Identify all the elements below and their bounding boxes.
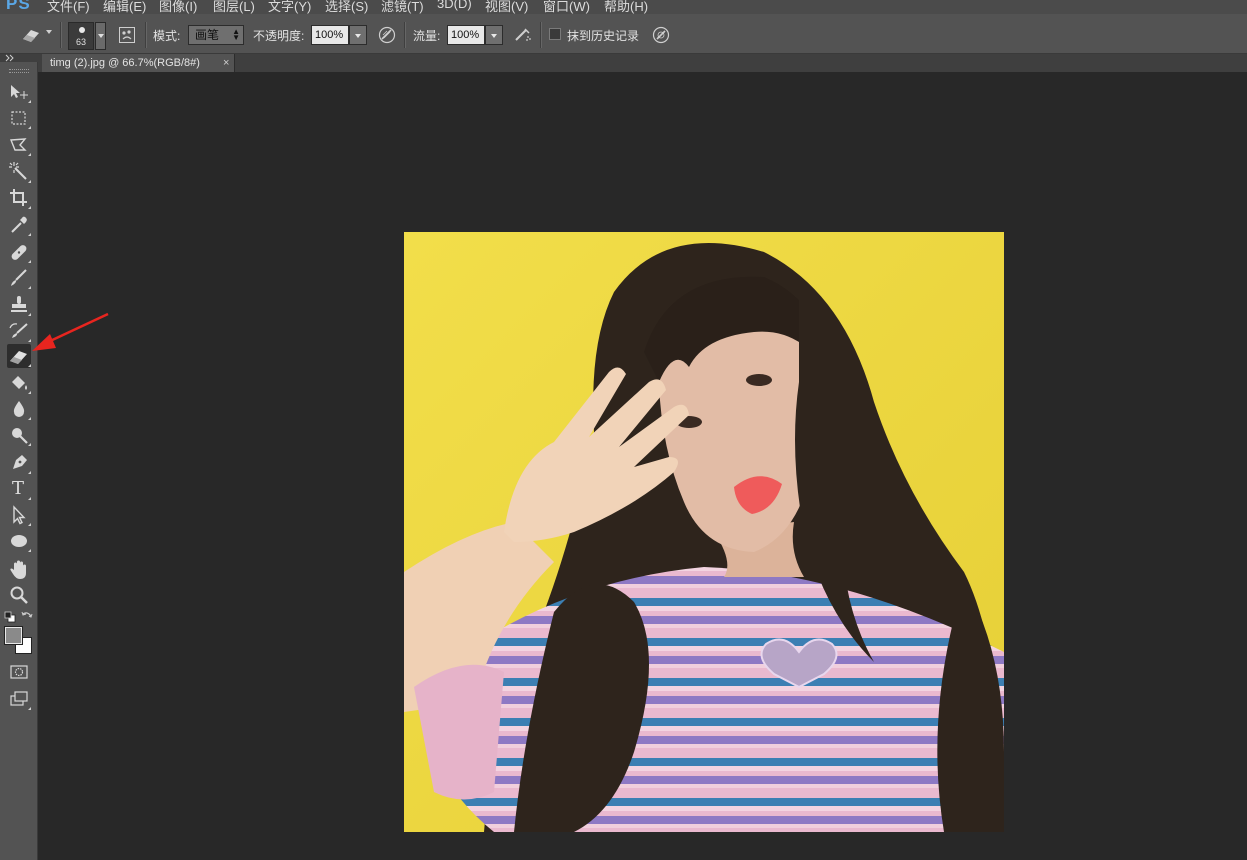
flow-label: 流量: [413, 29, 441, 43]
pressure-opacity-icon[interactable] [377, 25, 397, 45]
divider [145, 22, 147, 48]
pressure-size-icon[interactable] [651, 25, 671, 45]
move-tool-icon[interactable] [7, 80, 31, 104]
mode-select[interactable]: 画笔 ▲ ▼ [188, 25, 244, 45]
path-selection-icon[interactable] [7, 503, 31, 527]
default-colors-icon[interactable] [4, 611, 16, 623]
chevron-updown-icon: ▲ ▼ [232, 27, 240, 42]
brush-tip-icon [79, 27, 85, 33]
erase-to-history-checkbox[interactable] [549, 28, 561, 40]
menu-3d[interactable]: 3D(D) [437, 0, 472, 11]
pen-icon[interactable] [7, 451, 31, 475]
opacity-label: 不透明度: [253, 29, 305, 43]
tool-preset-dropdown-icon[interactable] [46, 30, 52, 34]
flow-slider-dropdown[interactable] [485, 25, 503, 45]
close-icon[interactable]: × [223, 54, 229, 72]
crop-icon[interactable] [7, 186, 31, 210]
erase-to-history-label: 抹到历史记录 [567, 29, 640, 43]
document-image[interactable] [404, 232, 1004, 832]
menu-edit[interactable]: 编辑(E) [103, 0, 146, 14]
dodge-icon[interactable] [7, 423, 31, 447]
menu-bar: PS 文件(F) 编辑(E) 图像(I) 图层(L) 文字(Y) 选择(S) 滤… [0, 0, 1247, 14]
quick-mask-icon[interactable] [7, 660, 31, 684]
history-brush-icon[interactable] [7, 319, 31, 343]
rectangular-marquee-icon[interactable] [7, 106, 31, 130]
menu-layer[interactable]: 图层(L) [213, 0, 255, 14]
opacity-slider-dropdown[interactable] [349, 25, 367, 45]
divider [540, 22, 542, 48]
brush-picker-dropdown[interactable] [95, 22, 106, 50]
menu-type[interactable]: 文字(Y) [268, 0, 311, 14]
toolbox: T [0, 54, 38, 860]
type-icon[interactable]: T [7, 477, 31, 501]
document-tab[interactable]: timg (2).jpg @ 66.7%(RGB/8#) × [42, 54, 235, 72]
brush-preset-picker[interactable]: 63 [68, 22, 94, 50]
healing-brush-icon[interactable] [7, 240, 31, 264]
mode-value: 画笔 [195, 28, 220, 42]
eraser-icon[interactable] [7, 344, 31, 368]
document-tab-title: timg (2).jpg @ 66.7%(RGB/8#) [50, 57, 200, 69]
app-logo: PS [6, 0, 31, 13]
opacity-input[interactable]: 100% [311, 25, 349, 45]
foreground-color-swatch[interactable] [4, 626, 23, 645]
type-glyph: T [12, 478, 25, 499]
paint-bucket-icon[interactable] [7, 371, 31, 395]
airbrush-icon[interactable] [513, 25, 533, 45]
swap-colors-icon[interactable] [21, 610, 33, 622]
menu-view[interactable]: 视图(V) [485, 0, 528, 14]
hand-icon[interactable] [7, 558, 31, 582]
brush-icon[interactable] [7, 266, 31, 290]
brush-size-value: 63 [75, 37, 86, 47]
eyedropper-icon[interactable] [7, 213, 31, 237]
menu-select[interactable]: 选择(S) [325, 0, 368, 14]
menu-window[interactable]: 窗口(W) [543, 0, 590, 14]
flow-input[interactable]: 100% [447, 25, 485, 45]
divider [404, 22, 406, 48]
clone-stamp-icon[interactable] [7, 293, 31, 317]
collapse-icon [5, 54, 14, 62]
menu-help[interactable]: 帮助(H) [604, 0, 648, 14]
brush-panel-toggle-icon[interactable] [118, 26, 136, 44]
menu-filter[interactable]: 滤镜(T) [381, 0, 424, 14]
screen-mode-icon[interactable] [7, 687, 31, 711]
zoom-icon[interactable] [7, 583, 31, 607]
document-tab-bar: timg (2).jpg @ 66.7%(RGB/8#) × [38, 54, 1247, 72]
ellipse-icon[interactable] [7, 529, 31, 553]
magic-wand-icon[interactable] [7, 160, 31, 184]
menu-image[interactable]: 图像(I) [159, 0, 197, 14]
blur-icon[interactable] [7, 397, 31, 421]
polygonal-lasso-icon[interactable] [7, 133, 31, 157]
toolbox-header[interactable] [0, 54, 38, 62]
eraser-icon[interactable] [20, 24, 42, 46]
toolbox-grip[interactable] [9, 69, 29, 73]
mode-label: 模式: [153, 29, 181, 43]
menu-file[interactable]: 文件(F) [47, 0, 90, 14]
options-bar: 63 模式: 画笔 ▲ ▼ 不透明度: 100% 流量: 100% 抹到历史记录 [0, 14, 1247, 54]
divider [60, 22, 62, 48]
